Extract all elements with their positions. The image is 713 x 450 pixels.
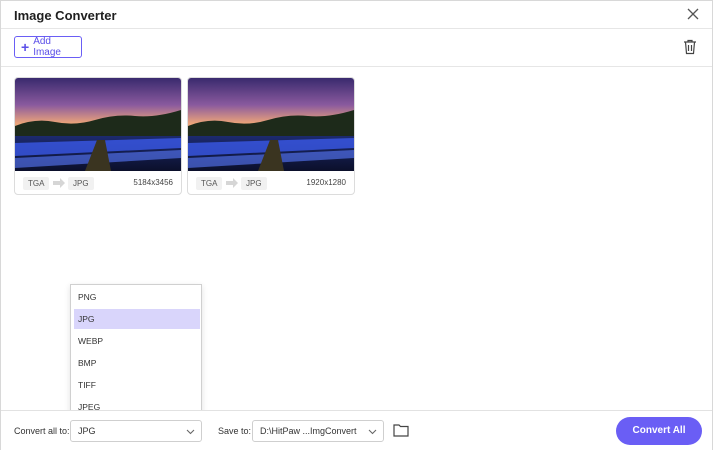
- chevron-down-icon: [186, 429, 195, 435]
- add-image-label: Add Image: [33, 36, 61, 58]
- title-bar: Image Converter: [1, 1, 712, 29]
- open-folder-button[interactable]: [393, 423, 409, 437]
- image-card[interactable]: TGA JPG 1920x1280: [187, 77, 355, 195]
- image-thumbnail: [15, 78, 181, 171]
- image-resolution: 5184x3456: [133, 178, 173, 187]
- format-dropdown-menu: PNG JPG WEBP BMP TIFF JPEG: [70, 284, 202, 419]
- image-card[interactable]: TGA JPG 5184x3456: [14, 77, 182, 195]
- image-info-row: TGA JPG 1920x1280: [188, 171, 354, 194]
- target-format-badge: JPG: [68, 177, 94, 190]
- format-option-bmp[interactable]: BMP: [74, 353, 200, 373]
- target-format-badge: JPG: [241, 177, 267, 190]
- image-thumbnail: [188, 78, 354, 171]
- save-to-value: D:\HitPaw ...ImgConvert: [260, 426, 357, 436]
- toolbar-divider: [1, 66, 712, 67]
- chevron-down-icon: [368, 429, 377, 435]
- source-format-badge: TGA: [196, 177, 223, 190]
- image-converter-window: Image Converter + Add Image TGA JPG 5184…: [0, 0, 713, 450]
- convert-all-button[interactable]: Convert All: [616, 417, 702, 445]
- delete-all-button[interactable]: [682, 38, 698, 55]
- format-option-webp[interactable]: WEBP: [74, 331, 200, 351]
- format-option-jpg[interactable]: JPG: [74, 309, 200, 329]
- window-title: Image Converter: [14, 8, 117, 23]
- title-divider: [1, 28, 712, 29]
- plus-icon: +: [21, 39, 30, 55]
- close-icon: [687, 8, 699, 20]
- arrow-right-icon: [226, 178, 238, 188]
- convert-all-value: JPG: [78, 426, 96, 436]
- convert-all-select[interactable]: JPG: [70, 420, 202, 442]
- image-info-row: TGA JPG 5184x3456: [15, 171, 181, 194]
- convert-all-label: Convert all to:: [14, 426, 70, 436]
- close-button[interactable]: [685, 6, 701, 22]
- format-option-png[interactable]: PNG: [74, 287, 200, 307]
- image-resolution: 1920x1280: [306, 178, 346, 187]
- save-to-select[interactable]: D:\HitPaw ...ImgConvert: [252, 420, 384, 442]
- add-image-button[interactable]: + Add Image: [14, 36, 82, 58]
- trash-icon: [684, 39, 696, 55]
- source-format-badge: TGA: [23, 177, 50, 190]
- bottom-bar: Convert all to: JPG Save to: D:\HitPaw .…: [1, 410, 712, 450]
- save-to-label: Save to:: [218, 426, 252, 436]
- arrow-right-icon: [53, 178, 65, 188]
- format-option-tiff[interactable]: TIFF: [74, 375, 200, 395]
- folder-icon: [393, 424, 409, 437]
